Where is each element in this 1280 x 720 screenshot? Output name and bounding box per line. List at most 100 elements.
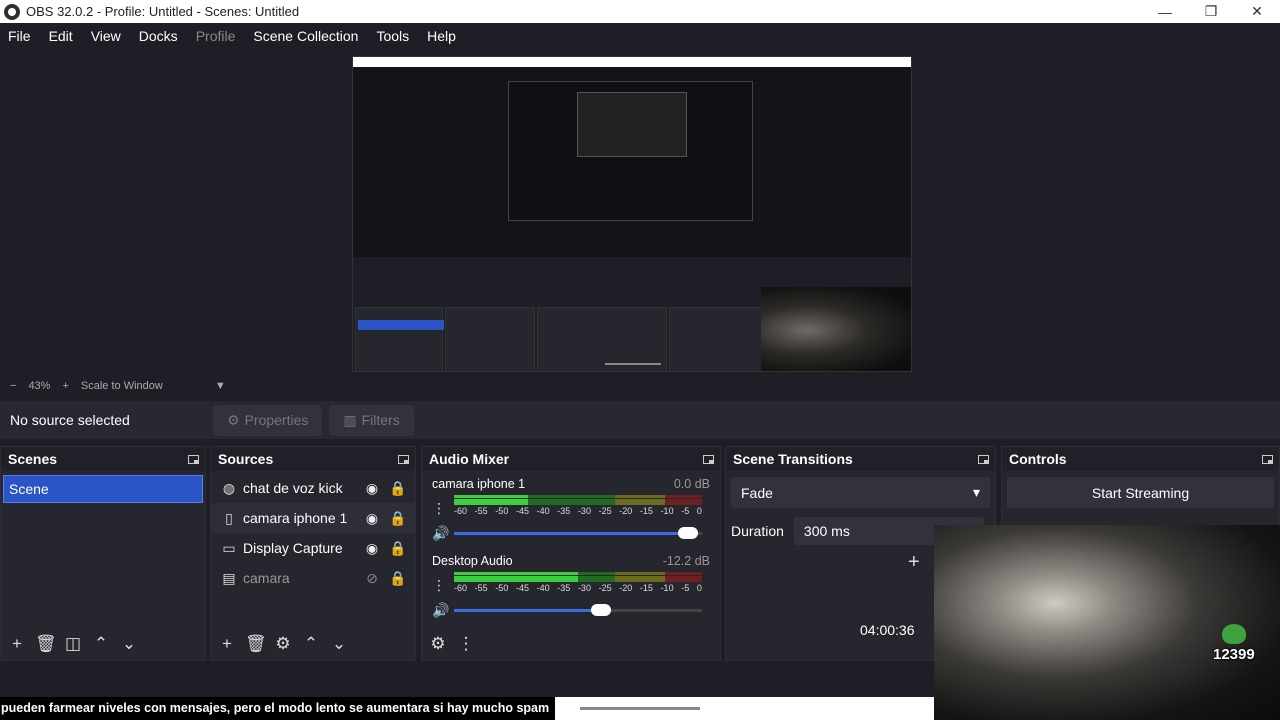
meter-tick: -40: [536, 506, 550, 516]
menu-file[interactable]: File: [8, 28, 31, 44]
source-settings-button[interactable]: ⚙: [273, 634, 293, 654]
meter-tick: 0: [696, 506, 702, 516]
preview-nested-scene-item: [358, 320, 444, 330]
meter-tick: -30: [577, 506, 591, 516]
meter-tick: -5: [681, 583, 690, 593]
menu-view[interactable]: View: [91, 28, 121, 44]
menu-bar: File Edit View Docks Profile Scene Colle…: [0, 23, 1280, 49]
scene-filters-button[interactable]: ◫: [63, 634, 83, 654]
minimize-button[interactable]: —: [1142, 0, 1188, 23]
move-up-button[interactable]: ⌃: [91, 634, 111, 654]
preview-image: [352, 56, 912, 372]
controls-title: Controls: [1009, 451, 1067, 467]
filter-icon: ▥: [343, 411, 357, 428]
mixer-channel: camara iphone 1 0.0 dB ⋮ -60 -55 -50 -45 -40…: [422, 474, 720, 544]
meter-tick: 0: [696, 583, 702, 593]
filters-label: Filters: [361, 412, 400, 428]
preview-nested-canvas: [508, 81, 753, 221]
visibility-icon[interactable]: ◉: [363, 480, 381, 497]
sources-dock-title: Sources: [211, 447, 415, 471]
undock-icon[interactable]: [1262, 454, 1273, 464]
remove-scene-button[interactable]: 🗑: [35, 634, 57, 654]
mixer-menu-icon[interactable]: ⋮: [456, 634, 476, 654]
controls-dock-title: Controls: [1002, 447, 1279, 471]
menu-help[interactable]: Help: [427, 28, 456, 44]
move-down-button[interactable]: ⌄: [329, 634, 349, 654]
browser-icon: ◍: [222, 479, 236, 496]
add-transition-button[interactable]: +: [908, 551, 920, 574]
menu-docks[interactable]: Docks: [139, 28, 178, 44]
title-bar: OBS 32.0.2 - Profile: Untitled - Scenes:…: [0, 0, 1280, 23]
maximize-button[interactable]: ❐: [1188, 0, 1234, 23]
hidden-icon[interactable]: ⊘: [363, 570, 381, 587]
meter-ticks: -60 -55 -50 -45 -40 -35 -30 -25 -20 -15 -10 -5 0: [454, 583, 702, 593]
more-icon[interactable]: ⋮: [432, 577, 454, 594]
duration-value: 300 ms: [803, 523, 850, 539]
source-item[interactable]: ◍ chat de voz kick ◉ 🔒: [211, 473, 415, 503]
frog-emote-icon: [1222, 624, 1246, 644]
start-streaming-button[interactable]: Start Streaming: [1007, 477, 1274, 508]
scene-list-item[interactable]: Scene: [3, 475, 203, 503]
no-source-label: No source selected: [10, 412, 130, 428]
undock-icon[interactable]: [398, 454, 409, 464]
lock-icon[interactable]: 🔒: [389, 570, 407, 587]
volume-slider[interactable]: [454, 603, 702, 617]
source-item[interactable]: ▯ camara iphone 1 ◉ 🔒: [211, 503, 415, 533]
context-bar: No source selected ⚙ Properties ▥ Filter…: [0, 401, 1280, 439]
advanced-audio-icon[interactable]: ⚙: [428, 634, 448, 654]
move-up-button[interactable]: ⌃: [301, 634, 321, 654]
zoom-in-button[interactable]: +: [62, 380, 68, 392]
undock-icon[interactable]: [703, 454, 714, 464]
lock-icon[interactable]: 🔒: [389, 510, 407, 527]
chevron-down-icon[interactable]: ▼: [215, 380, 226, 392]
close-button[interactable]: ✕: [1234, 0, 1280, 23]
menu-tools[interactable]: Tools: [376, 28, 409, 44]
audio-mixer-dock: Audio Mixer camara iphone 1 0.0 dB ⋮ -60…: [421, 446, 721, 661]
volume-meter: -60 -55 -50 -45 -40 -35 -30 -25 -20 -15 -10 -5 0: [454, 572, 702, 598]
transition-type-select[interactable]: Fade ▾: [731, 477, 990, 508]
mixer-dock-title: Audio Mixer: [422, 447, 720, 471]
undock-icon[interactable]: [978, 454, 989, 464]
window-icon: ▤: [222, 569, 236, 586]
volume-meter: -60 -55 -50 -45 -40 -35 -30 -25 -20 -15 -10 -5 0: [454, 495, 702, 521]
visibility-icon[interactable]: ◉: [363, 510, 381, 527]
menu-scene-collection[interactable]: Scene Collection: [253, 28, 358, 44]
source-item[interactable]: ▭ Display Capture ◉ 🔒: [211, 533, 415, 563]
recording-timer: 04:00:36: [860, 622, 915, 638]
more-icon[interactable]: ⋮: [432, 500, 454, 517]
sources-title: Sources: [218, 451, 274, 467]
transitions-dock-title: Scene Transitions: [726, 447, 995, 471]
speaker-icon[interactable]: 🔊: [432, 525, 454, 542]
meter-tick: -20: [619, 506, 633, 516]
menu-edit[interactable]: Edit: [49, 28, 73, 44]
menu-profile[interactable]: Profile: [196, 28, 236, 44]
zoom-mode-select[interactable]: Scale to Window: [81, 380, 163, 392]
undock-icon[interactable]: [188, 454, 199, 464]
speaker-icon[interactable]: 🔊: [432, 602, 454, 619]
volume-slider[interactable]: [454, 526, 702, 540]
transition-type: Fade: [741, 484, 773, 501]
zoom-out-button[interactable]: −: [10, 380, 16, 392]
channel-name: camara iphone 1: [432, 477, 526, 491]
viewer-count: 12399: [1213, 646, 1255, 663]
channel-db: -12.2 dB: [662, 554, 710, 568]
remove-source-button[interactable]: 🗑: [245, 634, 267, 654]
move-down-button[interactable]: ⌄: [119, 634, 139, 654]
meter-tick: -30: [577, 583, 591, 593]
meter-tick: -60: [454, 506, 468, 516]
lock-icon[interactable]: 🔒: [389, 540, 407, 557]
sources-toolbar: + 🗑 ⚙ ⌃ ⌄: [211, 628, 415, 660]
properties-button[interactable]: ⚙ Properties: [213, 404, 323, 436]
meter-tick: -55: [474, 506, 488, 516]
meter-tick: -35: [557, 583, 571, 593]
add-scene-button[interactable]: +: [7, 634, 27, 654]
preview-nested-sources: [445, 307, 535, 371]
visibility-icon[interactable]: ◉: [363, 540, 381, 557]
source-item[interactable]: ▤ camara ⊘ 🔒: [211, 563, 415, 593]
add-source-button[interactable]: +: [217, 634, 237, 654]
mixer-title: Audio Mixer: [429, 451, 510, 467]
lock-icon[interactable]: 🔒: [389, 480, 407, 497]
meter-tick: -55: [474, 583, 488, 593]
filters-button[interactable]: ▥ Filters: [329, 404, 414, 436]
meter-tick: -15: [639, 506, 653, 516]
